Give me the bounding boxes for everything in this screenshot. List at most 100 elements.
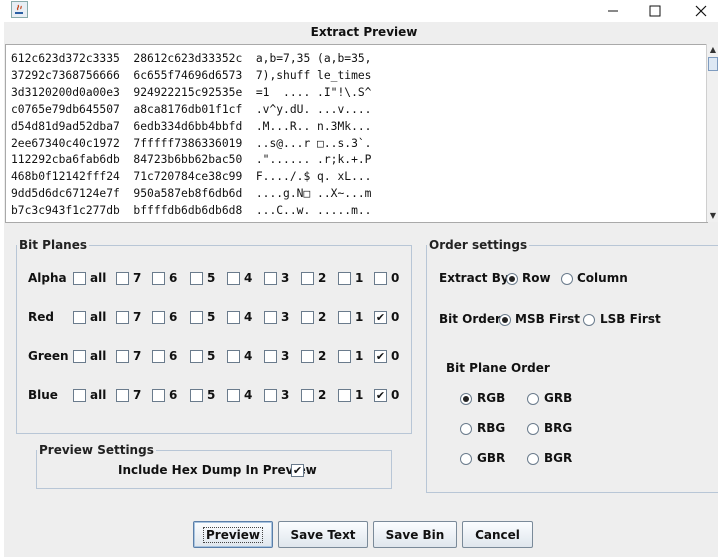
bitplane-checkbox-label[interactable]: 5 <box>207 310 215 324</box>
bitplane-checkbox-label[interactable]: all <box>90 271 106 285</box>
bitplane-checkbox[interactable] <box>338 350 351 363</box>
bitplane-checkbox[interactable] <box>338 272 351 285</box>
bitplane-checkbox[interactable] <box>227 389 240 402</box>
plane-order-label-brg[interactable]: BRG <box>544 421 572 435</box>
bitplane-checkbox[interactable] <box>301 272 314 285</box>
bitplane-checkbox-label[interactable]: 7 <box>133 388 141 402</box>
plane-order-radio-brg[interactable] <box>527 423 539 435</box>
plane-order-radio-rgb[interactable] <box>460 393 472 405</box>
bitplane-checkbox-label[interactable]: 4 <box>244 310 252 324</box>
vertical-scrollbar[interactable]: ▲ ▼ <box>706 44 718 222</box>
bitplane-checkbox-label[interactable]: 5 <box>207 349 215 363</box>
bitplane-checkbox[interactable] <box>264 389 277 402</box>
scroll-down-icon[interactable]: ▼ <box>707 210 718 222</box>
bitplane-checkbox[interactable] <box>152 272 165 285</box>
bitplane-checkbox-label[interactable]: 2 <box>318 271 326 285</box>
bitplane-checkbox-label[interactable]: all <box>90 349 106 363</box>
bitplane-checkbox[interactable] <box>116 350 129 363</box>
cancel-button[interactable]: Cancel <box>462 521 533 548</box>
bitplane-checkbox-label[interactable]: 6 <box>169 271 177 285</box>
bitplane-checkbox-label[interactable]: 2 <box>318 310 326 324</box>
bitplane-checkbox[interactable]: ✔ <box>374 311 387 324</box>
bitplane-checkbox-label[interactable]: 1 <box>355 388 363 402</box>
bitplane-checkbox-label[interactable]: 2 <box>318 349 326 363</box>
bitplane-checkbox-label[interactable]: 6 <box>169 310 177 324</box>
bitplane-checkbox[interactable] <box>190 272 203 285</box>
bitplane-checkbox-label[interactable]: 4 <box>244 349 252 363</box>
bitplane-checkbox[interactable] <box>116 389 129 402</box>
bitplane-checkbox[interactable] <box>264 272 277 285</box>
bitplane-checkbox-label[interactable]: all <box>90 310 106 324</box>
extract-by-row-radio[interactable] <box>506 273 518 285</box>
bitplane-checkbox-label[interactable]: 7 <box>133 310 141 324</box>
plane-order-radio-grb[interactable] <box>527 393 539 405</box>
plane-order-label-rgb[interactable]: RGB <box>477 391 505 405</box>
bitplane-checkbox-label[interactable]: 2 <box>318 388 326 402</box>
bitplane-checkbox[interactable]: ✔ <box>374 389 387 402</box>
save-bin-button[interactable]: Save Bin <box>373 521 457 548</box>
bitplane-checkbox-label[interactable]: 3 <box>281 349 289 363</box>
bitplane-checkbox-label[interactable]: 1 <box>355 349 363 363</box>
bitplane-checkbox[interactable] <box>338 389 351 402</box>
bitplane-checkbox-label[interactable]: 0 <box>391 388 399 402</box>
bitplane-checkbox-label[interactable]: 4 <box>244 271 252 285</box>
bitplane-checkbox-label[interactable]: 5 <box>207 271 215 285</box>
bitplane-checkbox-label[interactable]: 7 <box>133 349 141 363</box>
scroll-thumb[interactable] <box>708 57 718 71</box>
bitplane-checkbox-label[interactable]: 6 <box>169 388 177 402</box>
scroll-up-icon[interactable]: ▲ <box>707 44 718 56</box>
bitplane-checkbox[interactable] <box>227 350 240 363</box>
bitplane-checkbox[interactable] <box>190 311 203 324</box>
bitplane-checkbox[interactable] <box>301 350 314 363</box>
bitplane-checkbox[interactable] <box>152 350 165 363</box>
plane-order-radio-bgr[interactable] <box>527 453 539 465</box>
bitplane-checkbox[interactable] <box>264 311 277 324</box>
plane-order-label-grb[interactable]: GRB <box>544 391 572 405</box>
extract-by-column-label[interactable]: Column <box>577 271 628 285</box>
bitplane-checkbox-label[interactable]: 0 <box>391 349 399 363</box>
bitplane-checkbox-label[interactable]: all <box>90 388 106 402</box>
save-text-button[interactable]: Save Text <box>278 521 368 548</box>
title-bar[interactable] <box>0 0 718 22</box>
bitplane-checkbox[interactable] <box>73 350 86 363</box>
bitplane-checkbox[interactable] <box>338 311 351 324</box>
bitplane-checkbox-label[interactable]: 1 <box>355 310 363 324</box>
bitplane-checkbox[interactable] <box>190 350 203 363</box>
lsb-first-radio[interactable] <box>583 314 595 326</box>
close-button[interactable] <box>678 0 718 22</box>
bitplane-checkbox[interactable] <box>73 389 86 402</box>
plane-order-radio-rbg[interactable] <box>460 423 472 435</box>
plane-order-radio-gbr[interactable] <box>460 453 472 465</box>
minimize-button[interactable] <box>590 0 636 22</box>
bitplane-checkbox[interactable] <box>264 350 277 363</box>
bitplane-checkbox-label[interactable]: 6 <box>169 349 177 363</box>
extract-by-row-label[interactable]: Row <box>522 271 551 285</box>
preview-button[interactable]: Preview <box>193 521 273 548</box>
bitplane-checkbox[interactable] <box>301 311 314 324</box>
bitplane-checkbox-label[interactable]: 0 <box>391 271 399 285</box>
bitplane-checkbox[interactable]: ✔ <box>374 350 387 363</box>
hex-preview-area[interactable]: 612c623d372c3335 28612c623d33352c a,b=7,… <box>5 44 708 223</box>
bitplane-checkbox[interactable] <box>374 272 387 285</box>
bitplane-checkbox[interactable] <box>301 389 314 402</box>
bitplane-checkbox-label[interactable]: 4 <box>244 388 252 402</box>
bitplane-checkbox[interactable] <box>190 389 203 402</box>
include-hex-checkbox[interactable]: ✔ <box>291 464 304 477</box>
extract-by-column-radio[interactable] <box>561 273 573 285</box>
maximize-button[interactable] <box>632 0 678 22</box>
bitplane-checkbox-label[interactable]: 0 <box>391 310 399 324</box>
bitplane-checkbox-label[interactable]: 3 <box>281 271 289 285</box>
msb-first-label[interactable]: MSB First <box>515 312 580 326</box>
bitplane-checkbox[interactable] <box>116 311 129 324</box>
bitplane-checkbox[interactable] <box>116 272 129 285</box>
bitplane-checkbox[interactable] <box>73 272 86 285</box>
lsb-first-label[interactable]: LSB First <box>600 312 661 326</box>
bitplane-checkbox-label[interactable]: 3 <box>281 310 289 324</box>
plane-order-label-bgr[interactable]: BGR <box>544 451 572 465</box>
bitplane-checkbox[interactable] <box>152 389 165 402</box>
plane-order-label-rbg[interactable]: RBG <box>477 421 505 435</box>
bitplane-checkbox[interactable] <box>227 311 240 324</box>
bitplane-checkbox-label[interactable]: 3 <box>281 388 289 402</box>
bitplane-checkbox[interactable] <box>73 311 86 324</box>
bitplane-checkbox-label[interactable]: 1 <box>355 271 363 285</box>
